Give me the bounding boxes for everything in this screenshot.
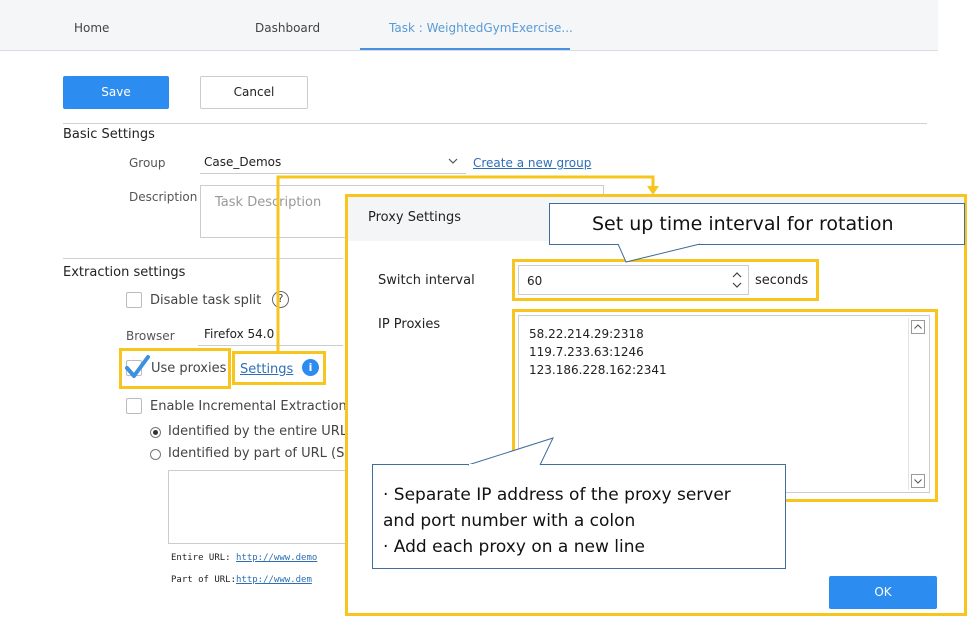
callout-pointer <box>467 437 554 466</box>
